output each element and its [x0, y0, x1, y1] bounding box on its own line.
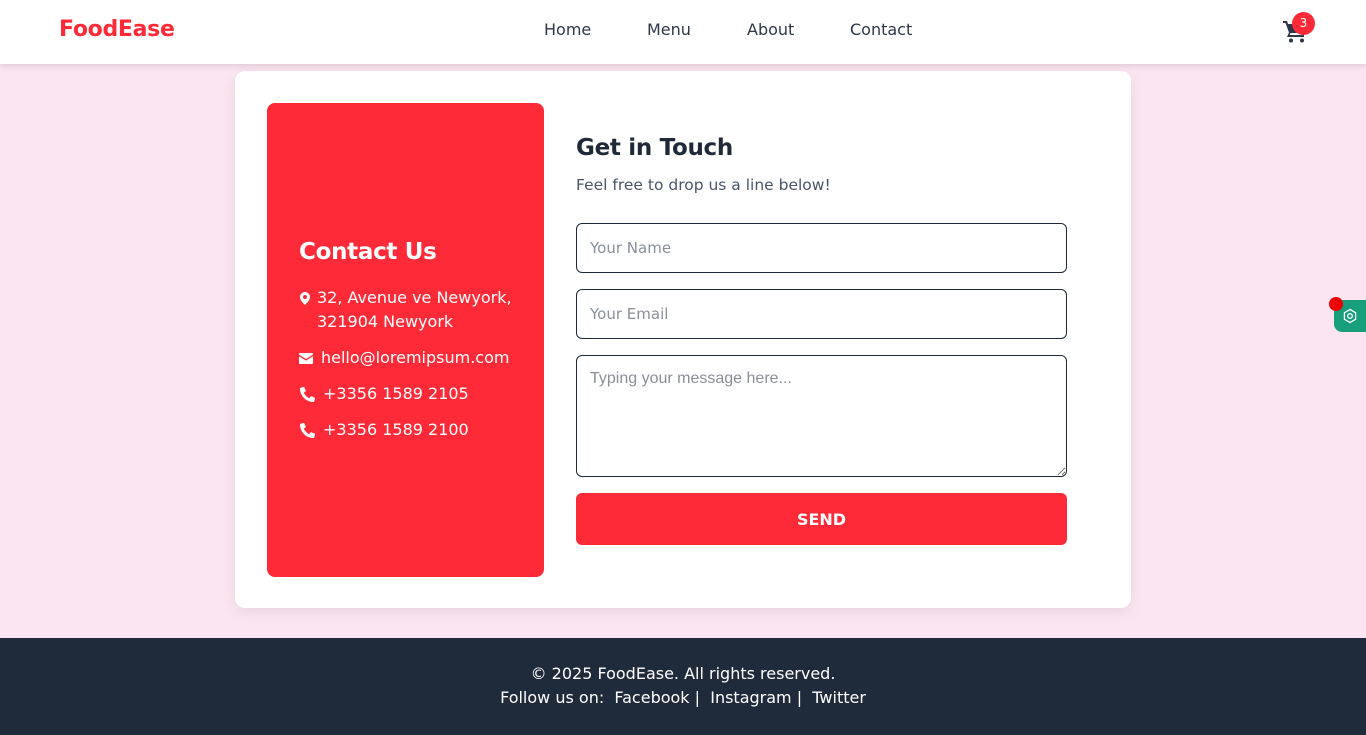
nav-menu-link[interactable]: Menu: [647, 20, 691, 39]
map-pin-icon: [299, 286, 311, 310]
settings-hex-icon: [1343, 308, 1357, 324]
phone-icon: [299, 382, 315, 406]
phone-icon: [299, 418, 315, 442]
form-subtitle: Feel free to drop us a line below!: [576, 176, 831, 194]
phone-row-2: +3356 1589 2100: [299, 418, 469, 442]
contact-info-panel: Contact Us 32, Avenue ve Newyork, 321904…: [267, 103, 544, 577]
footer-copyright: © 2025 FoodEase. All rights reserved.: [530, 664, 836, 683]
contact-info-title: Contact Us: [299, 239, 437, 265]
footer-social-links: Follow us on: Facebook | Instagram | Twi…: [0, 688, 1366, 707]
twitter-link[interactable]: Twitter: [812, 688, 866, 707]
nav-about-link[interactable]: About: [747, 20, 794, 39]
top-navbar: FoodEase Home Menu About Contact 3: [0, 0, 1366, 64]
email-text[interactable]: hello@loremipsum.com: [321, 346, 509, 370]
form-title: Get in Touch: [576, 135, 733, 161]
follow-label: Follow us on:: [500, 688, 605, 707]
instagram-link[interactable]: Instagram: [710, 688, 791, 707]
phone-1-text[interactable]: +3356 1589 2105: [323, 382, 469, 406]
phone-2-text[interactable]: +3356 1589 2100: [323, 418, 469, 442]
address-text: 32, Avenue ve Newyork, 321904 Newyork: [317, 286, 512, 334]
email-row: hello@loremipsum.com: [299, 346, 509, 370]
envelope-icon: [299, 346, 313, 370]
nav-home-link[interactable]: Home: [544, 20, 591, 39]
send-button[interactable]: SEND: [576, 493, 1067, 545]
cart-count-badge: 3: [1292, 12, 1315, 35]
notification-dot: [1329, 297, 1343, 311]
address-line-2: 321904 Newyork: [317, 312, 454, 331]
nav-contact-link[interactable]: Contact: [850, 20, 912, 39]
email-input[interactable]: [576, 289, 1067, 339]
address-row: 32, Avenue ve Newyork, 321904 Newyork: [299, 286, 512, 334]
facebook-link[interactable]: Facebook: [614, 688, 689, 707]
contact-card: Contact Us 32, Avenue ve Newyork, 321904…: [235, 71, 1131, 608]
address-line-1: 32, Avenue ve Newyork,: [317, 288, 512, 307]
page-footer: © 2025 FoodEase. All rights reserved. Fo…: [0, 638, 1366, 735]
footer-separator: |: [796, 688, 803, 707]
phone-row-1: +3356 1589 2105: [299, 382, 469, 406]
name-input[interactable]: [576, 223, 1067, 273]
footer-separator: |: [694, 688, 701, 707]
message-textarea[interactable]: [576, 355, 1067, 477]
main-nav: Home Menu About Contact: [0, 20, 1366, 44]
